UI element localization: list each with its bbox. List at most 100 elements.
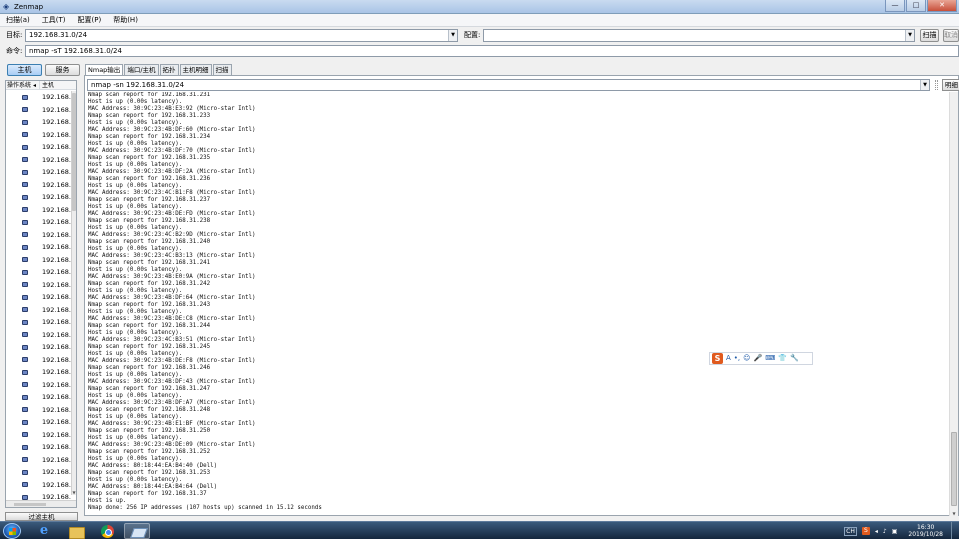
host-address: 192.168. (42, 318, 71, 327)
ime-toolbar: S A •, ☺ 🎤 ⌨ 👕 🔧 (709, 352, 813, 365)
scroll-down-icon[interactable]: ▼ (72, 490, 76, 495)
language-indicator[interactable]: CH (844, 526, 857, 536)
host-row[interactable]: 192.168. (6, 441, 72, 454)
maximize-button[interactable]: □ (906, 0, 926, 12)
host-row[interactable]: 192.168. (6, 166, 72, 179)
tab-topology[interactable]: 拓扑 (159, 64, 179, 75)
services-tab[interactable]: 服务 (45, 64, 80, 76)
scroll-thumb[interactable] (951, 432, 957, 506)
host-row[interactable]: 192.168. (6, 154, 72, 167)
host-row[interactable]: 192.168. (6, 254, 72, 267)
os-icon (22, 307, 28, 313)
host-row[interactable]: 192.168. (6, 404, 72, 417)
sogou-tray-icon[interactable]: S (861, 527, 870, 535)
ime-mode-icon[interactable]: A (726, 353, 731, 364)
ime-settings-icon[interactable]: 🔧 (790, 353, 799, 364)
chrome-icon[interactable] (95, 523, 121, 539)
host-row[interactable]: 192.168. (6, 379, 72, 392)
column-os[interactable]: 操作系统 ◂ (6, 81, 40, 89)
host-row[interactable]: 192.168. (6, 391, 72, 404)
volume-icon[interactable]: ♪ (883, 528, 887, 535)
chevron-down-icon[interactable]: ▼ (448, 30, 457, 41)
sogou-logo-icon[interactable]: S (712, 353, 723, 364)
ime-emoji-icon[interactable]: ☺ (743, 353, 750, 364)
host-row[interactable]: 192.168. (6, 416, 72, 429)
menu-profile[interactable]: 配置(P) (78, 14, 102, 27)
host-row[interactable]: 192.168. (6, 304, 72, 317)
column-host[interactable]: 主机 (40, 81, 76, 89)
hosts-tab[interactable]: 主机 (7, 64, 42, 76)
filter-hosts-button[interactable]: 过滤主机 (5, 512, 78, 521)
taskbar: e CH S ◂ ♪ ▣ 16:30 2019/10/28 (0, 521, 959, 539)
menu-tools[interactable]: 工具(T) (42, 14, 66, 27)
file-explorer-icon[interactable] (63, 523, 89, 539)
host-row[interactable]: 192.168. (6, 104, 72, 117)
host-row[interactable]: 192.168. (6, 204, 72, 217)
host-row[interactable]: 192.168. (6, 466, 72, 479)
output-line: Host is up (0.00s latency). (88, 99, 183, 105)
host-row[interactable]: 192.168. (6, 141, 72, 154)
minimize-button[interactable]: — (885, 0, 905, 12)
ime-punctuation-icon[interactable]: •, (734, 353, 740, 364)
host-address: 192.168. (42, 180, 71, 189)
host-row[interactable]: 192.168. (6, 116, 72, 129)
output-line: Nmap scan report for 192.168.31.240 (88, 239, 211, 245)
host-row[interactable]: 192.168. (6, 241, 72, 254)
scroll-down-icon[interactable]: ▼ (950, 511, 958, 516)
tab-ports-hosts[interactable]: 端口/主机 (124, 64, 159, 75)
scan-select-combo[interactable]: nmap -sn 192.168.31.0/24 ▼ (87, 79, 930, 91)
scan-button[interactable]: 扫描 (920, 29, 939, 42)
cancel-button[interactable]: 取消 (943, 29, 959, 42)
host-row[interactable]: 192.168. (6, 129, 72, 142)
grip-handle[interactable] (935, 80, 938, 90)
host-row[interactable]: 192.168. (6, 479, 72, 492)
host-row[interactable]: 192.168. (6, 179, 72, 192)
zenmap-taskbar-icon[interactable] (124, 523, 150, 539)
chevron-down-icon[interactable]: ▼ (905, 30, 914, 41)
show-desktop-button[interactable] (951, 522, 959, 539)
output-line: MAC Address: 30:9C:23:4B:E1:BF (Micro-st… (88, 421, 256, 427)
tray-expand-icon[interactable]: ◂ (875, 528, 878, 535)
clock[interactable]: 16:30 2019/10/28 (908, 524, 943, 538)
ime-voice-icon[interactable]: 🎤 (753, 353, 762, 364)
internet-explorer-icon[interactable]: e (31, 523, 57, 539)
host-list-hscroll[interactable] (6, 500, 76, 507)
command-input[interactable]: nmap -sT 192.168.31.0/24 (25, 45, 959, 57)
host-row[interactable]: 192.168. (6, 454, 72, 467)
output-line: Host is up (0.00s latency). (88, 225, 183, 231)
host-row[interactable]: 192.168. (6, 279, 72, 292)
host-row[interactable]: 192.168. (6, 266, 72, 279)
host-row[interactable]: 192.168. (6, 316, 72, 329)
host-row[interactable]: 192.168. (6, 341, 72, 354)
scroll-thumb[interactable] (14, 503, 46, 506)
close-button[interactable]: ✕ (927, 0, 957, 12)
menu-help[interactable]: 帮助(H) (113, 14, 138, 27)
host-row[interactable]: 192.168. (6, 429, 72, 442)
host-row[interactable]: 192.168. (6, 229, 72, 242)
host-row[interactable]: 192.168. (6, 329, 72, 342)
host-row[interactable]: 192.168. (6, 216, 72, 229)
selected-scan-command: nmap -sn 192.168.31.0/24 (91, 81, 185, 89)
host-row[interactable]: 192.168. (6, 91, 72, 104)
host-list-vscroll[interactable]: ▼ (71, 91, 76, 495)
details-button[interactable]: 明细 (942, 79, 959, 91)
target-combo[interactable]: 192.168.31.0/24 ▼ (25, 29, 458, 42)
profile-combo[interactable]: ▼ (483, 29, 915, 42)
host-row[interactable]: 192.168. (6, 354, 72, 367)
network-icon[interactable]: ▣ (892, 528, 898, 535)
tab-scans[interactable]: 扫描 (212, 64, 232, 75)
ime-keyboard-icon[interactable]: ⌨ (765, 353, 775, 364)
host-address: 192.168. (42, 368, 71, 377)
menu-scan[interactable]: 扫描(a) (6, 14, 30, 27)
scroll-thumb[interactable] (72, 93, 76, 211)
start-button[interactable] (3, 523, 21, 539)
host-row[interactable]: 192.168. (6, 366, 72, 379)
output-line: Nmap scan report for 192.168.31.236 (88, 176, 211, 182)
host-row[interactable]: 192.168. (6, 191, 72, 204)
output-vscroll[interactable]: ▼ (949, 92, 958, 516)
os-icon (22, 494, 28, 500)
ime-skin-icon[interactable]: 👕 (778, 353, 787, 364)
chevron-down-icon[interactable]: ▼ (920, 80, 929, 90)
host-row[interactable]: 192.168. (6, 291, 72, 304)
tab-host-details[interactable]: 主机明细 (179, 64, 212, 75)
